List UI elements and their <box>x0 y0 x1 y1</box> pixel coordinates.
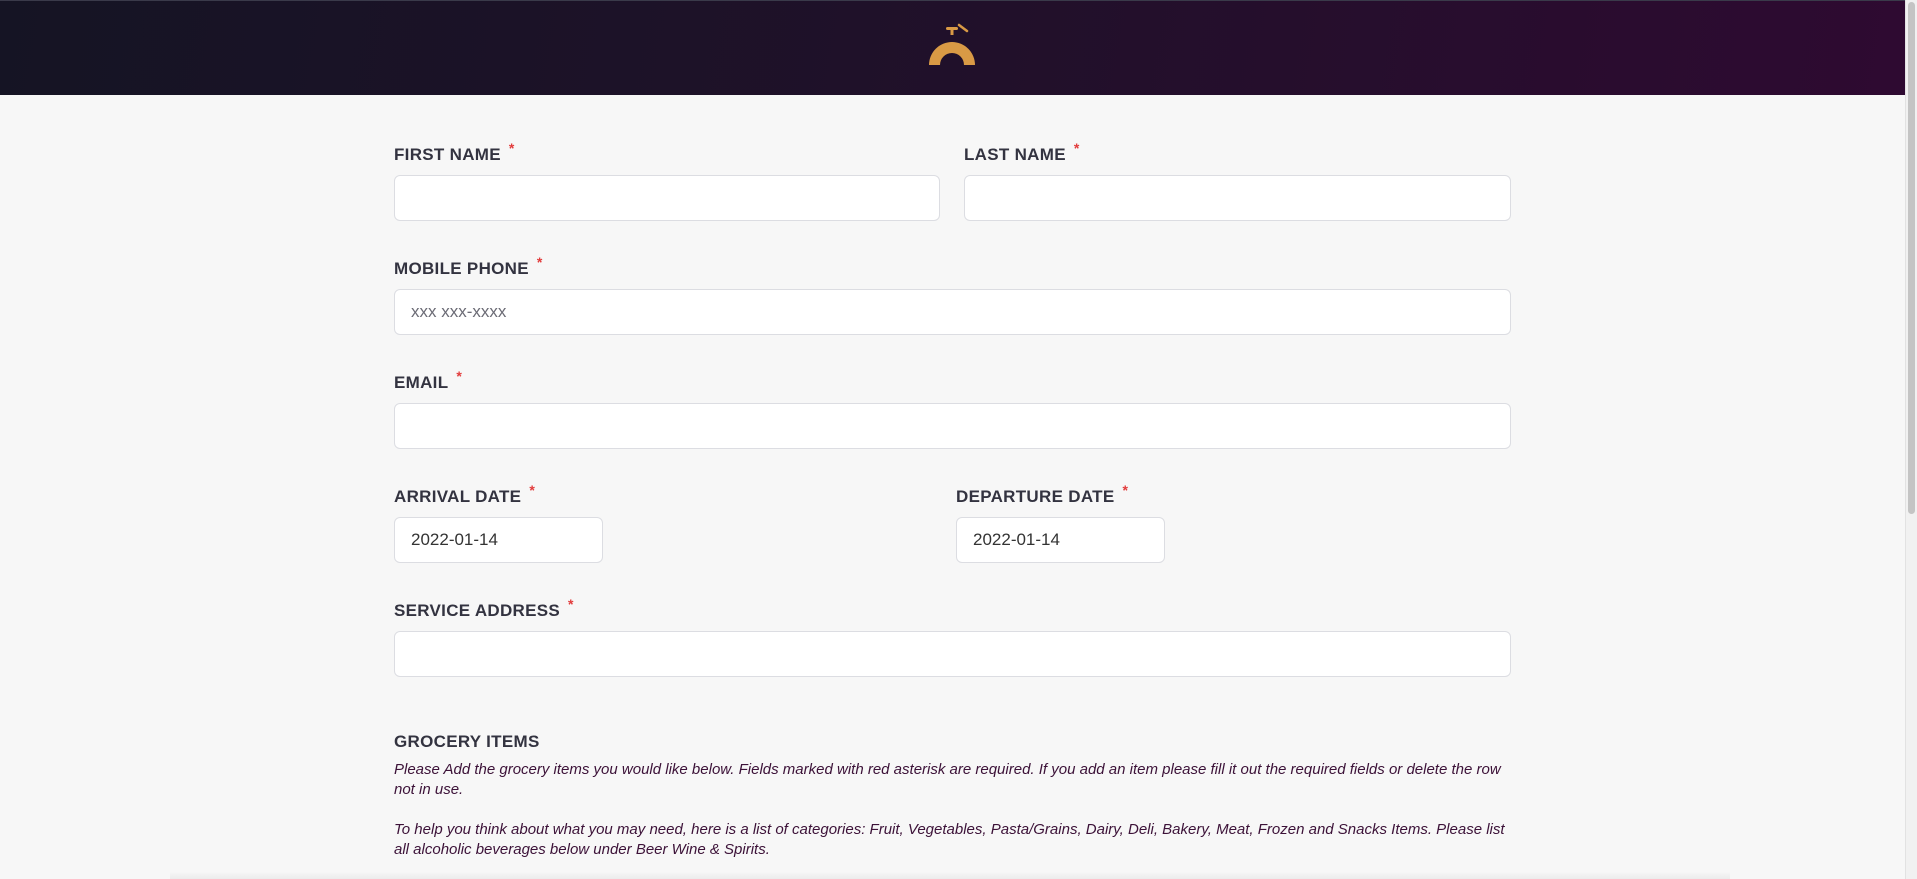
email-label-text: EMAIL <box>394 373 449 392</box>
email-input[interactable] <box>394 403 1511 449</box>
first-name-input[interactable] <box>394 175 940 221</box>
last-name-label: LAST NAME * <box>964 140 1080 165</box>
first-name-label-text: FIRST NAME <box>394 145 501 164</box>
scrollbar-thumb[interactable] <box>1908 2 1915 514</box>
last-name-input[interactable] <box>964 175 1511 221</box>
departure-date-input[interactable] <box>956 517 1165 563</box>
service-address-label: SERVICE ADDRESS * <box>394 596 574 621</box>
arrival-date-label-text: ARRIVAL DATE <box>394 487 522 506</box>
mobile-phone-label: MOBILE PHONE * <box>394 254 543 279</box>
required-asterisk: * <box>1073 140 1080 156</box>
required-asterisk: * <box>536 254 543 270</box>
booking-form: FIRST NAME * LAST NAME * MOBILE PHONE * EMA… <box>0 0 1905 879</box>
vertical-scrollbar[interactable] <box>1905 0 1917 879</box>
required-asterisk: * <box>568 596 574 612</box>
mobile-phone-label-text: MOBILE PHONE <box>394 259 529 278</box>
service-address-label-text: SERVICE ADDRESS <box>394 601 561 620</box>
arrival-date-label: ARRIVAL DATE * <box>394 482 535 507</box>
grocery-categories-note: To help you think about what you may nee… <box>394 821 1505 858</box>
required-asterisk: * <box>529 482 536 498</box>
service-address-input[interactable] <box>394 631 1511 677</box>
required-asterisk: * <box>508 140 515 156</box>
required-asterisk: * <box>1122 482 1129 498</box>
grocery-items-title: GROCERY ITEMS <box>394 732 540 751</box>
departure-date-label: DEPARTURE DATE * <box>956 482 1128 507</box>
email-label: EMAIL * <box>394 368 462 393</box>
last-name-label-text: LAST NAME <box>964 145 1066 164</box>
mobile-phone-input[interactable] <box>394 289 1511 335</box>
first-name-label: FIRST NAME * <box>394 140 515 165</box>
arrival-date-input[interactable] <box>394 517 603 563</box>
departure-date-label-text: DEPARTURE DATE <box>956 487 1115 506</box>
grocery-instructions: Please Add the grocery items you would l… <box>394 761 1501 798</box>
card-shadow <box>170 872 1730 879</box>
required-asterisk: * <box>456 368 463 384</box>
